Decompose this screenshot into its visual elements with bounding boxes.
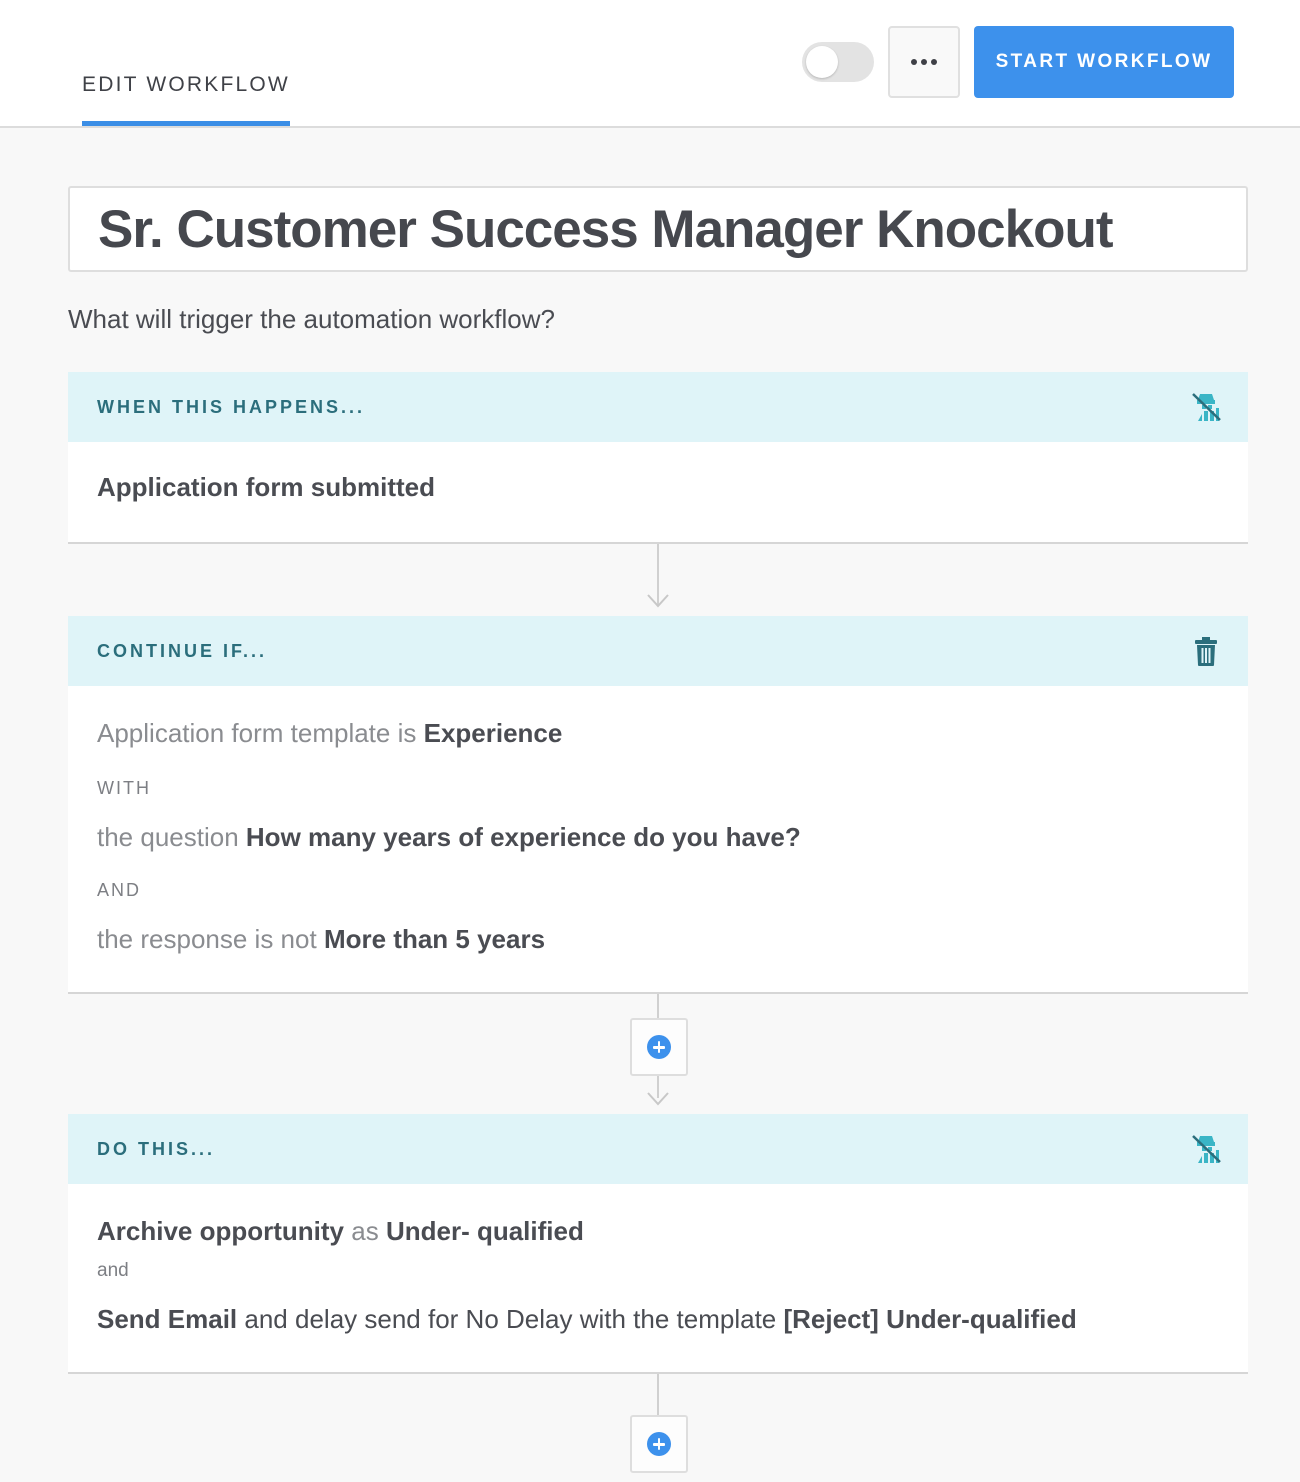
eraser-icon[interactable]: [1190, 390, 1222, 424]
more-dots-icon: [911, 59, 937, 65]
action-email-details: and delay send for No Delay with the tem…: [244, 1304, 777, 1334]
trigger-prompt: What will trigger the automation workflo…: [68, 304, 555, 334]
action-email-line: Send Email and delay send for No Delay w…: [97, 1304, 1077, 1335]
add-step-button[interactable]: [630, 1415, 688, 1473]
action-archive-reason: Under- qualified: [385, 1216, 584, 1246]
condition-template-prefix: Application form template is: [97, 718, 417, 748]
condition-template-value: Experience: [423, 718, 563, 748]
trigger-value: Application form submitted: [97, 472, 435, 502]
action-email-template: [Reject] Under-qualified: [783, 1304, 1077, 1334]
and-label: AND: [97, 880, 142, 900]
workflow-title-input[interactable]: [70, 188, 1246, 270]
arrow-down-icon: [647, 594, 669, 608]
condition-card-header: CONTINUE IF...: [68, 616, 1248, 686]
start-workflow-button[interactable]: START WORKFLOW: [974, 26, 1234, 98]
condition-question-value: How many years of experience do you have…: [245, 822, 801, 852]
trigger-card: WHEN THIS HAPPENS... Application form su…: [68, 372, 1248, 544]
action-and-label: and: [97, 1260, 129, 1281]
action-heading: DO THIS...: [97, 1139, 216, 1159]
with-label: WITH: [97, 778, 151, 798]
condition-response-prefix: the response is not: [97, 924, 317, 954]
top-header: EDIT WORKFLOW START WORKFLOW: [0, 0, 1300, 128]
condition-card: CONTINUE IF... Application form template…: [68, 616, 1248, 994]
plus-circle-icon: [647, 1035, 671, 1059]
trigger-card-body[interactable]: Application form submitted: [68, 442, 1248, 544]
condition-question-prefix: the question: [97, 822, 239, 852]
action-email-label: Send Email: [97, 1304, 238, 1334]
tab-edit-workflow[interactable]: EDIT WORKFLOW: [82, 72, 290, 126]
condition-heading: CONTINUE IF...: [97, 641, 268, 661]
condition-response-line: the response is not More than 5 years: [97, 924, 545, 955]
condition-card-body[interactable]: Application form template is Experience …: [68, 686, 1248, 994]
trigger-heading: WHEN THIS HAPPENS...: [97, 397, 366, 417]
action-card: DO THIS... Archive opportunity as Under-…: [68, 1114, 1248, 1374]
action-card-header: DO THIS...: [68, 1114, 1248, 1184]
workflow-title-box: [68, 186, 1248, 272]
action-archive-line: Archive opportunity as Under- qualified: [97, 1216, 584, 1247]
action-as-label: as: [351, 1216, 379, 1246]
action-archive-label: Archive opportunity: [97, 1216, 345, 1246]
action-card-body[interactable]: Archive opportunity as Under- qualified …: [68, 1184, 1248, 1374]
toggle-knob: [806, 46, 838, 78]
condition-question-line: the question How many years of experienc…: [97, 822, 801, 853]
workflow-toggle[interactable]: [802, 42, 874, 82]
condition-template-line: Application form template is Experience: [97, 718, 562, 749]
trash-icon[interactable]: [1190, 634, 1222, 668]
plus-circle-icon: [647, 1432, 671, 1456]
connector-line: [657, 1374, 659, 1416]
eraser-icon[interactable]: [1190, 1132, 1222, 1166]
more-options-button[interactable]: [888, 26, 960, 98]
condition-response-value: More than 5 years: [323, 924, 546, 954]
trigger-card-header: WHEN THIS HAPPENS...: [68, 372, 1248, 442]
arrow-down-icon: [647, 1092, 669, 1106]
add-step-button[interactable]: [630, 1018, 688, 1076]
